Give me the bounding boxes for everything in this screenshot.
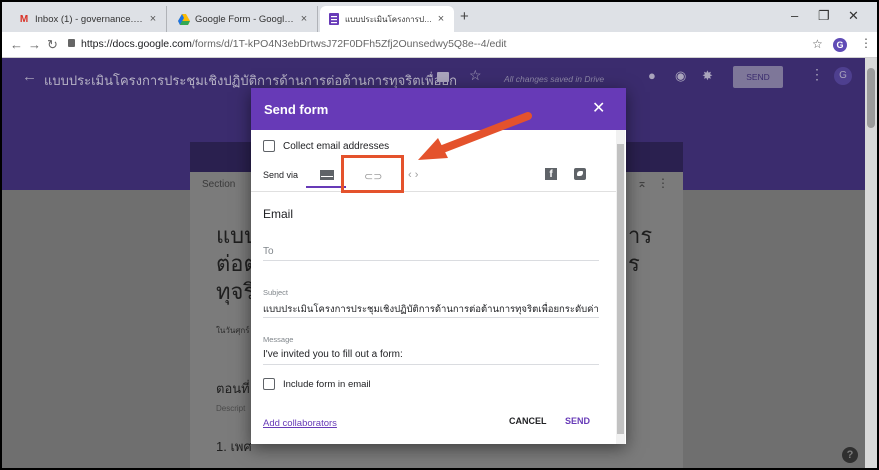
gmail-icon: M: [19, 13, 29, 25]
back-arrow-icon[interactable]: ←: [10, 37, 23, 52]
message-field[interactable]: I've invited you to fill out a form:: [263, 349, 599, 360]
forward-arrow-icon[interactable]: →: [28, 37, 41, 52]
profile-avatar[interactable]: G: [833, 38, 847, 52]
cancel-button[interactable]: CANCEL: [509, 416, 547, 426]
close-icon[interactable]: ×: [434, 13, 448, 25]
minimize-icon[interactable]: –: [791, 8, 798, 23]
new-tab-button[interactable]: +: [460, 8, 469, 25]
send-via-label: Send via: [263, 170, 299, 180]
form-title-line-right: ร: [628, 251, 640, 276]
tab-gmail[interactable]: M Inbox (1) - governance.pacc@gm ×: [10, 6, 167, 32]
question-title: 1. เพศ: [216, 439, 252, 454]
include-form-label: Include form in email: [283, 379, 371, 390]
star-icon[interactable]: ☆: [469, 67, 482, 84]
include-form-checkbox[interactable]: [263, 378, 275, 390]
help-icon[interactable]: ?: [842, 447, 858, 463]
to-field[interactable]: [263, 260, 599, 261]
section-description: Descript: [216, 404, 246, 413]
collapse-icon[interactable]: ⌅ ⋮: [637, 176, 669, 190]
bookmark-star-icon[interactable]: ☆: [812, 37, 823, 51]
add-collaborators-link[interactable]: Add collaborators: [263, 418, 337, 429]
avatar[interactable]: G: [834, 67, 852, 85]
drive-icon: [178, 13, 190, 25]
window-close-icon[interactable]: ✕: [848, 8, 859, 24]
forms-icon: [328, 13, 340, 25]
save-status: All changes saved in Drive: [504, 74, 605, 84]
back-arrow-icon[interactable]: ←: [22, 68, 37, 85]
email-heading: Email: [263, 207, 294, 221]
preview-eye-icon[interactable]: ◉: [675, 68, 686, 84]
embed-icon[interactable]: ‹ ›: [408, 169, 418, 181]
dialog-title: Send form: [264, 102, 329, 117]
screen: M Inbox (1) - governance.pacc@gm × Googl…: [2, 2, 877, 468]
form-subtitle: ในวันศุกร์: [216, 326, 250, 335]
section-label: Section: [202, 179, 236, 190]
settings-gear-icon[interactable]: ✸: [702, 68, 713, 84]
section-heading: ตอนที่: [216, 381, 250, 396]
url-host: https://docs.google.com: [81, 38, 192, 50]
folder-icon[interactable]: [437, 72, 449, 82]
collect-emails-label: Collect email addresses: [283, 141, 390, 152]
subject-underline: [263, 317, 599, 318]
twitter-icon[interactable]: [574, 168, 586, 180]
browser-tab-bar: M Inbox (1) - governance.pacc@gm × Googl…: [2, 2, 877, 32]
dialog-scrollbar-thumb[interactable]: [617, 144, 624, 434]
tab-forms[interactable]: แบบประเมินโครงการประชุมเชิงปฏิบัติการ ×: [320, 6, 454, 32]
close-icon[interactable]: ✕: [592, 98, 605, 118]
message-label: Message: [263, 335, 294, 344]
collect-emails-checkbox[interactable]: [263, 140, 275, 152]
url-path: /forms/d/1T-kPO4N3ebDrtwsJ72F0DFh5Zfj2Ou…: [191, 38, 507, 50]
tab-title: แบบประเมินโครงการประชุมเชิงปฏิบัติการ: [345, 14, 434, 24]
address-bar: ← → ↻ https://docs.google.com/forms/d/1T…: [2, 32, 877, 58]
form-title-line: ทุจริ: [216, 279, 256, 304]
browser-menu-icon[interactable]: ⋮: [860, 36, 872, 50]
message-underline: [263, 364, 599, 365]
restore-icon[interactable]: ❐: [818, 8, 830, 24]
highlight-box: [341, 155, 404, 193]
close-icon[interactable]: ×: [297, 13, 311, 25]
send-button[interactable]: SEND: [565, 416, 590, 426]
url-field[interactable]: https://docs.google.com/forms/d/1T-kPO4N…: [68, 38, 506, 50]
page-scrollbar-thumb[interactable]: [867, 68, 875, 128]
tab-drive[interactable]: Google Form - Google Drive ×: [170, 6, 318, 32]
tab-title: Inbox (1) - governance.pacc@gm: [35, 13, 146, 25]
divider: [251, 191, 616, 192]
more-options-icon[interactable]: ⋮: [810, 66, 824, 83]
palette-icon[interactable]: ●: [648, 68, 656, 83]
facebook-icon[interactable]: f: [545, 168, 557, 180]
lock-icon: [68, 39, 75, 47]
send-button[interactable]: SEND: [733, 66, 783, 88]
email-icon[interactable]: [320, 170, 334, 180]
subject-label: Subject: [263, 288, 289, 297]
annotation-arrow-icon: [418, 112, 532, 160]
subject-field[interactable]: แบบประเมินโครงการประชุมเชิงปฏิบัติการด้า…: [263, 302, 599, 317]
tab-title: Google Form - Google Drive: [195, 13, 297, 25]
active-tab-indicator: [306, 186, 346, 188]
reload-icon[interactable]: ↻: [47, 37, 58, 53]
close-icon[interactable]: ×: [146, 13, 160, 25]
to-field-placeholder: To: [263, 246, 274, 257]
